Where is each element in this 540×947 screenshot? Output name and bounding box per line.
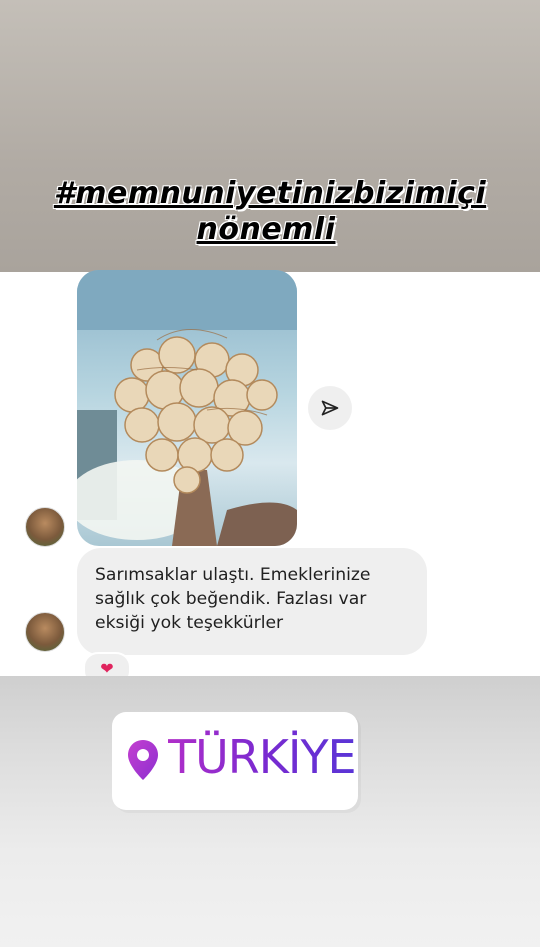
- avatar[interactable]: [25, 507, 65, 547]
- location-sticker[interactable]: TÜRKİYE: [112, 712, 358, 810]
- location-label: TÜRKİYE: [168, 730, 357, 784]
- message-line: Sarımsaklar ulaştı. Emeklerinize: [95, 565, 371, 585]
- hashtag-line-1: #memnuniyetinizbizimiçi: [53, 176, 487, 211]
- garlic-photo[interactable]: [77, 270, 297, 546]
- map-pin-icon: [128, 740, 158, 780]
- message-line: eksiği yok teşekkürler: [95, 613, 284, 633]
- avatar[interactable]: [25, 612, 65, 652]
- message-bubble[interactable]: Sarımsaklar ulaştı. Emeklerinize sağlık …: [77, 548, 427, 655]
- hashtag-line-2: nönemli: [196, 212, 336, 247]
- share-button[interactable]: [308, 386, 352, 430]
- send-icon: [321, 400, 339, 416]
- message-line: sağlık çok beğendik. Fazlası var: [95, 589, 367, 609]
